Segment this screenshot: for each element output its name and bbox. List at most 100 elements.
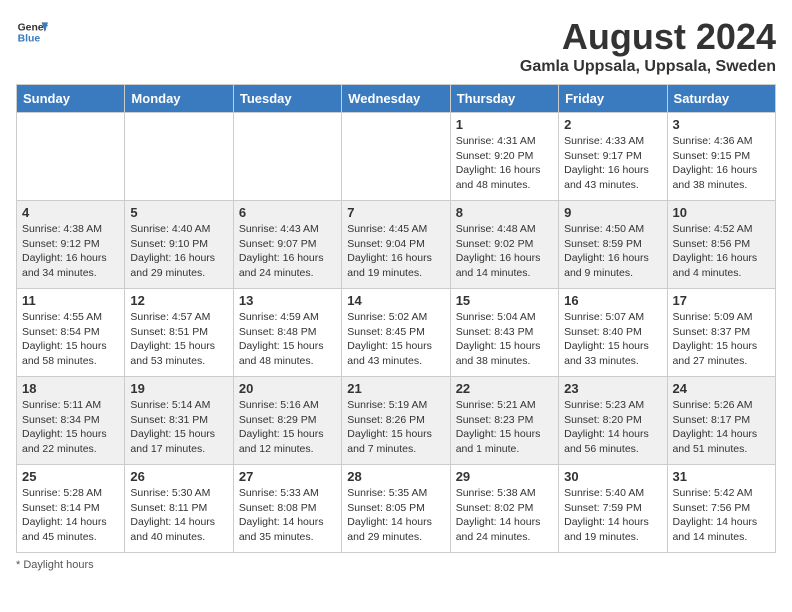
- calendar-cell: 17 Sunrise: 5:09 AM Sunset: 8:37 PM Dayli…: [667, 289, 775, 377]
- week-row-4: 18 Sunrise: 5:11 AM Sunset: 8:34 PM Dayli…: [17, 377, 776, 465]
- svg-text:Blue: Blue: [18, 34, 41, 45]
- day-number: 20: [239, 381, 336, 396]
- day-number: 25: [22, 469, 119, 484]
- day-info: Sunrise: 5:38 AM Sunset: 8:02 PM Dayligh…: [456, 486, 553, 545]
- day-info: Sunrise: 5:28 AM Sunset: 8:14 PM Dayligh…: [22, 486, 119, 545]
- calendar-cell: 11Sunrise: 4:55 AM Sunset: 8:54 PM Dayli…: [17, 289, 125, 377]
- day-info: Sunrise: 5:11 AM Sunset: 8:34 PM Dayligh…: [22, 398, 119, 457]
- calendar-cell: 12 Sunrise: 4:57 AM Sunset: 8:51 PM Dayli…: [125, 289, 233, 377]
- day-number: 27: [239, 469, 336, 484]
- calendar-cell: 20 Sunrise: 5:16 AM Sunset: 8:29 PM Dayli…: [233, 377, 341, 465]
- day-number: 10: [673, 205, 770, 220]
- calendar-cell: 9 Sunrise: 4:50 AM Sunset: 8:59 PM Daylig…: [559, 201, 667, 289]
- calendar-cell: 2Sunrise: 4:33 AM Sunset: 9:17 PM Daylig…: [559, 113, 667, 201]
- day-number: 26: [130, 469, 227, 484]
- calendar-cell: [233, 113, 341, 201]
- day-info: Sunrise: 4:59 AM Sunset: 8:48 PM Dayligh…: [239, 310, 336, 369]
- calendar-cell: 14 Sunrise: 5:02 AM Sunset: 8:45 PM Dayli…: [342, 289, 450, 377]
- calendar-cell: 28 Sunrise: 5:35 AM Sunset: 8:05 PM Dayli…: [342, 465, 450, 553]
- col-header-saturday: Saturday: [667, 85, 775, 113]
- day-number: 18: [22, 381, 119, 396]
- calendar-cell: 23 Sunrise: 5:23 AM Sunset: 8:20 PM Dayli…: [559, 377, 667, 465]
- day-number: 29: [456, 469, 553, 484]
- day-number: 1: [456, 117, 553, 132]
- day-info: Sunrise: 4:45 AM Sunset: 9:04 PM Dayligh…: [347, 222, 444, 281]
- day-number: 23: [564, 381, 661, 396]
- calendar-cell: 15 Sunrise: 5:04 AM Sunset: 8:43 PM Dayli…: [450, 289, 558, 377]
- calendar-cell: 27Sunrise: 5:33 AM Sunset: 8:08 PM Dayli…: [233, 465, 341, 553]
- calendar-cell: [342, 113, 450, 201]
- col-header-sunday: Sunday: [17, 85, 125, 113]
- day-info: Sunrise: 5:14 AM Sunset: 8:31 PM Dayligh…: [130, 398, 227, 457]
- col-header-tuesday: Tuesday: [233, 85, 341, 113]
- calendar-cell: 24 Sunrise: 5:26 AM Sunset: 8:17 PM Dayli…: [667, 377, 775, 465]
- week-row-2: 4Sunrise: 4:38 AM Sunset: 9:12 PM Daylig…: [17, 201, 776, 289]
- day-number: 19: [130, 381, 227, 396]
- day-info: Sunrise: 5:23 AM Sunset: 8:20 PM Dayligh…: [564, 398, 661, 457]
- calendar-cell: 18 Sunrise: 5:11 AM Sunset: 8:34 PM Dayli…: [17, 377, 125, 465]
- calendar-header-row: SundayMondayTuesdayWednesdayThursdayFrid…: [17, 85, 776, 113]
- day-info: Sunrise: 5:02 AM Sunset: 8:45 PM Dayligh…: [347, 310, 444, 369]
- day-number: 11: [22, 293, 119, 308]
- day-number: 21: [347, 381, 444, 396]
- header: General Blue August 2024 Gamla Uppsala, …: [16, 16, 776, 76]
- logo: General Blue: [16, 16, 48, 48]
- day-number: 16: [564, 293, 661, 308]
- calendar-cell: 3 Sunrise: 4:36 AM Sunset: 9:15 PM Daylig…: [667, 113, 775, 201]
- calendar-cell: 7 Sunrise: 4:45 AM Sunset: 9:04 PM Daylig…: [342, 201, 450, 289]
- footer-note-text: Daylight hours: [23, 559, 93, 571]
- day-info: Sunrise: 4:57 AM Sunset: 8:51 PM Dayligh…: [130, 310, 227, 369]
- day-number: 13: [239, 293, 336, 308]
- day-info: Sunrise: 4:38 AM Sunset: 9:12 PM Dayligh…: [22, 222, 119, 281]
- day-info: Sunrise: 4:48 AM Sunset: 9:02 PM Dayligh…: [456, 222, 553, 281]
- calendar-cell: 30Sunrise: 5:40 AM Sunset: 7:59 PM Dayli…: [559, 465, 667, 553]
- calendar-cell: 6Sunrise: 4:43 AM Sunset: 9:07 PM Daylig…: [233, 201, 341, 289]
- day-info: Sunrise: 5:30 AM Sunset: 8:11 PM Dayligh…: [130, 486, 227, 545]
- day-info: Sunrise: 5:16 AM Sunset: 8:29 PM Dayligh…: [239, 398, 336, 457]
- title-area: August 2024 Gamla Uppsala, Uppsala, Swed…: [520, 16, 776, 76]
- day-info: Sunrise: 5:19 AM Sunset: 8:26 PM Dayligh…: [347, 398, 444, 457]
- calendar-cell: 1 Sunrise: 4:31 AM Sunset: 9:20 PM Daylig…: [450, 113, 558, 201]
- day-number: 12: [130, 293, 227, 308]
- day-info: Sunrise: 5:09 AM Sunset: 8:37 PM Dayligh…: [673, 310, 770, 369]
- calendar-cell: 10Sunrise: 4:52 AM Sunset: 8:56 PM Dayli…: [667, 201, 775, 289]
- day-number: 24: [673, 381, 770, 396]
- calendar-cell: 22Sunrise: 5:21 AM Sunset: 8:23 PM Dayli…: [450, 377, 558, 465]
- day-number: 15: [456, 293, 553, 308]
- day-info: Sunrise: 4:50 AM Sunset: 8:59 PM Dayligh…: [564, 222, 661, 281]
- day-info: Sunrise: 4:31 AM Sunset: 9:20 PM Dayligh…: [456, 134, 553, 193]
- calendar-cell: 19 Sunrise: 5:14 AM Sunset: 8:31 PM Dayli…: [125, 377, 233, 465]
- week-row-5: 25 Sunrise: 5:28 AM Sunset: 8:14 PM Dayli…: [17, 465, 776, 553]
- day-info: Sunrise: 5:04 AM Sunset: 8:43 PM Dayligh…: [456, 310, 553, 369]
- day-number: 30: [564, 469, 661, 484]
- day-number: 14: [347, 293, 444, 308]
- subtitle: Gamla Uppsala, Uppsala, Sweden: [520, 58, 776, 76]
- logo-icon: General Blue: [16, 16, 48, 48]
- week-row-1: 1 Sunrise: 4:31 AM Sunset: 9:20 PM Daylig…: [17, 113, 776, 201]
- calendar-cell: 29 Sunrise: 5:38 AM Sunset: 8:02 PM Dayli…: [450, 465, 558, 553]
- day-number: 22: [456, 381, 553, 396]
- day-info: Sunrise: 5:07 AM Sunset: 8:40 PM Dayligh…: [564, 310, 661, 369]
- day-number: 17: [673, 293, 770, 308]
- calendar-cell: 4Sunrise: 4:38 AM Sunset: 9:12 PM Daylig…: [17, 201, 125, 289]
- day-number: 7: [347, 205, 444, 220]
- day-info: Sunrise: 5:42 AM Sunset: 7:56 PM Dayligh…: [673, 486, 770, 545]
- footer-note: * Daylight hours: [16, 559, 776, 571]
- calendar: SundayMondayTuesdayWednesdayThursdayFrid…: [16, 84, 776, 553]
- calendar-cell: 16 Sunrise: 5:07 AM Sunset: 8:40 PM Dayli…: [559, 289, 667, 377]
- day-number: 6: [239, 205, 336, 220]
- calendar-cell: 26 Sunrise: 5:30 AM Sunset: 8:11 PM Dayli…: [125, 465, 233, 553]
- day-info: Sunrise: 5:35 AM Sunset: 8:05 PM Dayligh…: [347, 486, 444, 545]
- col-header-friday: Friday: [559, 85, 667, 113]
- day-info: Sunrise: 4:33 AM Sunset: 9:17 PM Dayligh…: [564, 134, 661, 193]
- day-number: 28: [347, 469, 444, 484]
- day-info: Sunrise: 4:36 AM Sunset: 9:15 PM Dayligh…: [673, 134, 770, 193]
- col-header-monday: Monday: [125, 85, 233, 113]
- day-number: 3: [673, 117, 770, 132]
- week-row-3: 11Sunrise: 4:55 AM Sunset: 8:54 PM Dayli…: [17, 289, 776, 377]
- day-number: 5: [130, 205, 227, 220]
- main-title: August 2024: [520, 16, 776, 58]
- day-number: 9: [564, 205, 661, 220]
- day-info: Sunrise: 5:26 AM Sunset: 8:17 PM Dayligh…: [673, 398, 770, 457]
- calendar-cell: [125, 113, 233, 201]
